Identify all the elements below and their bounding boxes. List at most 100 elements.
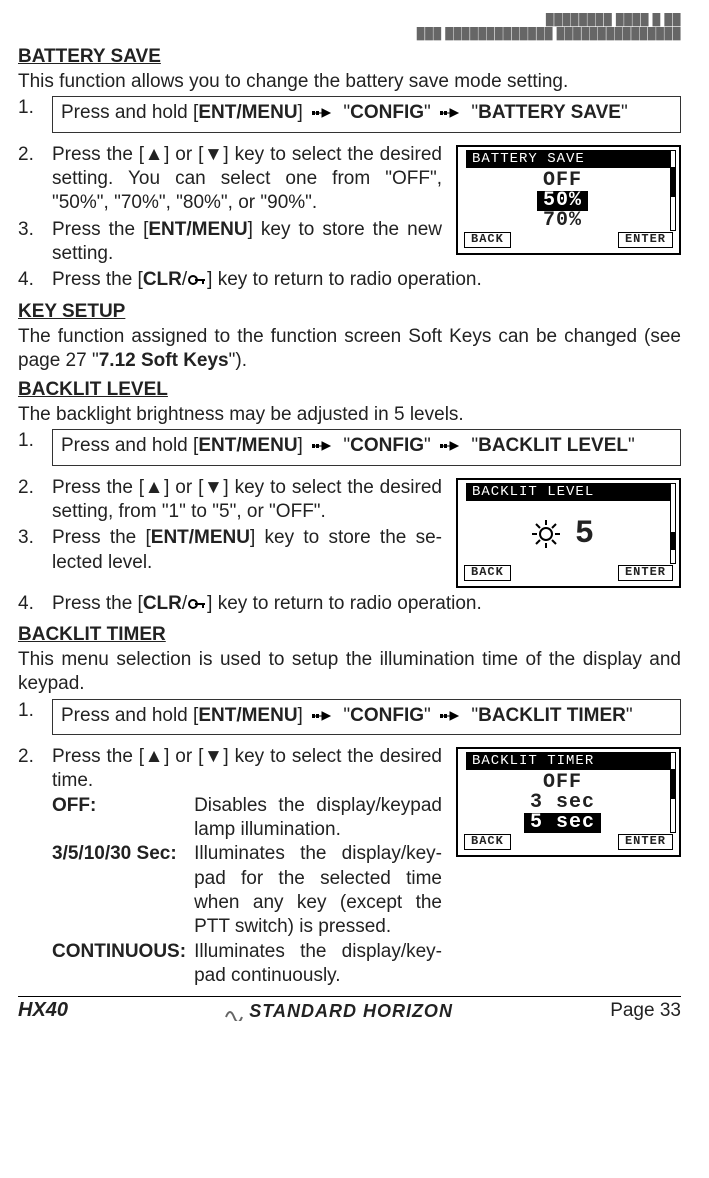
list-item: 2. Press the [▲] or [▼] key to select th… — [18, 476, 442, 525]
lcd-option-selected: 50% — [537, 191, 588, 211]
lcd-title: BATTERY SAVE — [466, 150, 671, 168]
list-item: 1. Press and hold [ENT/MENU] "CONFIG" "B… — [18, 96, 681, 132]
step-text: Press the [CLR/] key to return to radio … — [52, 592, 681, 618]
colon: : — [170, 843, 176, 864]
lcd-screen-battery-save: BATTERY SAVE OFF 50% 70% BACK ENTER — [456, 145, 681, 255]
option-row: OFF: Disables the display/key­pad lamp i… — [52, 794, 442, 843]
ent-menu-key: ENT/MENU — [151, 527, 250, 548]
step-number: 2. — [18, 745, 52, 769]
text: " — [626, 705, 633, 726]
text-column: 2. Press the [▲] or [▼] key to select th… — [18, 474, 442, 575]
colon: : — [180, 941, 186, 962]
arrow-icon — [440, 711, 462, 721]
lcd-options: OFF 50% 70% — [458, 171, 667, 231]
opt-name: OFF — [52, 795, 90, 816]
text-column: 2. Press the [▲] or [▼] key to select th… — [18, 743, 442, 988]
battery-save-intro: This function allows you to change the b… — [18, 70, 681, 94]
page-footer: HX40 STANDARD HORIZON Page 33 — [18, 996, 681, 1022]
ent-menu-key: ENT/MENU — [198, 102, 297, 123]
lcd-softkeys: BACK ENTER — [464, 834, 673, 852]
text: " — [424, 102, 431, 123]
clr-key: CLR — [143, 269, 182, 290]
key-setup-text: The function assigned to the function sc… — [18, 325, 681, 374]
text: " — [621, 102, 628, 123]
text: Press the [ — [52, 527, 151, 548]
arrow-icon — [440, 441, 462, 451]
option-desc: Illuminates the display/key­pad continuo… — [194, 940, 442, 989]
step-number: 1. — [18, 429, 52, 453]
text: Press the [ — [52, 593, 143, 614]
option-key: 3/5/10/30 Sec: — [52, 842, 194, 939]
lock-key-icon — [187, 594, 207, 618]
section-title-backlit-level: BACKLIT LEVEL — [18, 379, 681, 401]
lcd-screen-backlit-timer: BACKLIT TIMER OFF 3 sec 5 sec BACK ENTER — [456, 747, 681, 857]
step-text: Press the [▲] or [▼] key to select the d… — [52, 745, 442, 794]
clr-key: CLR — [143, 593, 182, 614]
softkey-back: BACK — [464, 232, 511, 248]
step-number: 1. — [18, 699, 52, 723]
text: ] key to return to radio operation. — [207, 593, 482, 614]
arrow-icon — [312, 108, 334, 118]
step-text: Press the [▲] or [▼] key to select the d… — [52, 476, 442, 525]
softkey-enter: ENTER — [618, 565, 673, 581]
text: " — [424, 705, 431, 726]
target-label: BACKLIT LEVEL — [478, 435, 628, 456]
step-with-screen: 2. Press the [▲] or [▼] key to select th… — [18, 743, 681, 988]
step-number: 4. — [18, 268, 52, 292]
config-label: CONFIG — [350, 102, 424, 123]
config-label: CONFIG — [350, 705, 424, 726]
lcd-options: OFF 3 sec 5 sec — [458, 773, 667, 833]
list-item: 2. Press the [▲] or [▼] key to select th… — [18, 143, 442, 216]
softkey-back: BACK — [464, 834, 511, 850]
step-text: Press the [▲] or [▼] key to select the d… — [52, 143, 442, 216]
option-row: CONTINUOUS: Illuminates the display/key­… — [52, 940, 442, 989]
config-label: CONFIG — [350, 435, 424, 456]
footer-brand: STANDARD HORIZON — [225, 1001, 453, 1022]
menu-path-box: Press and hold [ENT/MENU] "CONFIG" "BACK… — [52, 699, 681, 735]
list-item: 4. Press the [CLR/] key to return to rad… — [18, 268, 681, 294]
step-text: Press the [ENT/MENU] key to store the ne… — [52, 218, 442, 267]
arrow-icon — [312, 441, 334, 451]
backlit-level-intro: The backlight brightness may be adjusted… — [18, 403, 681, 427]
option-desc: Disables the display/key­pad lamp illumi… — [194, 794, 442, 843]
text: " — [628, 435, 635, 456]
lcd-level-value: 5 — [575, 515, 594, 552]
text: ] — [298, 102, 309, 123]
step-number: 2. — [18, 476, 52, 500]
battery-save-steps: 1. Press and hold [ENT/MENU] "CONFIG" "B… — [18, 96, 681, 132]
text: Press and hold [ — [61, 705, 198, 726]
target-label: BATTERY SAVE — [478, 102, 621, 123]
step-number: 4. — [18, 592, 52, 616]
option-row: 3/5/10/30 Sec: Illuminates the display/k… — [52, 842, 442, 939]
arrow-icon — [312, 711, 334, 721]
list-item: 1. Press and hold [ENT/MENU] "CONFIG" "B… — [18, 699, 681, 735]
text: ] — [298, 705, 309, 726]
arrow-icon — [440, 108, 462, 118]
list-item: 4. Press the [CLR/] key to return to rad… — [18, 592, 681, 618]
list-item: 2. Press the [▲] or [▼] key to select th… — [18, 745, 442, 794]
option-key: OFF: — [52, 794, 194, 843]
lcd-screen-backlit-level: BACKLIT LEVEL 5 BACK ENTER — [456, 478, 681, 588]
brightness-icon — [531, 519, 561, 549]
text: ] — [298, 435, 309, 456]
lcd-option: 3 sec — [458, 793, 667, 813]
header-line-1: ████████ ████ █ ██ — [18, 14, 681, 26]
ent-menu-key: ENT/MENU — [198, 705, 297, 726]
text: ] key to return to radio operation. — [207, 269, 482, 290]
step-text: Press the [CLR/] key to return to radio … — [52, 268, 681, 294]
brand-wave-icon — [225, 1003, 243, 1021]
timer-options-table: OFF: Disables the display/key­pad lamp i… — [52, 794, 442, 989]
text: Press and hold [ — [61, 102, 198, 123]
lcd-option: 70% — [458, 211, 667, 231]
footer-model: HX40 — [18, 999, 68, 1022]
step-with-screen: 2. Press the [▲] or [▼] key to select th… — [18, 141, 681, 267]
opt-name: CONTINUOUS — [52, 941, 180, 962]
lcd-option: OFF — [458, 773, 667, 793]
text: Press and hold [ — [61, 435, 198, 456]
text-column: 2. Press the [▲] or [▼] key to select th… — [18, 141, 442, 267]
section-title-key-setup: KEY SETUP — [18, 301, 681, 323]
menu-path-box: Press and hold [ENT/MENU] "CONFIG" "BACK… — [52, 429, 681, 465]
text: Press the [ — [52, 219, 148, 240]
lock-key-icon — [187, 270, 207, 294]
text: Press the [ — [52, 269, 143, 290]
